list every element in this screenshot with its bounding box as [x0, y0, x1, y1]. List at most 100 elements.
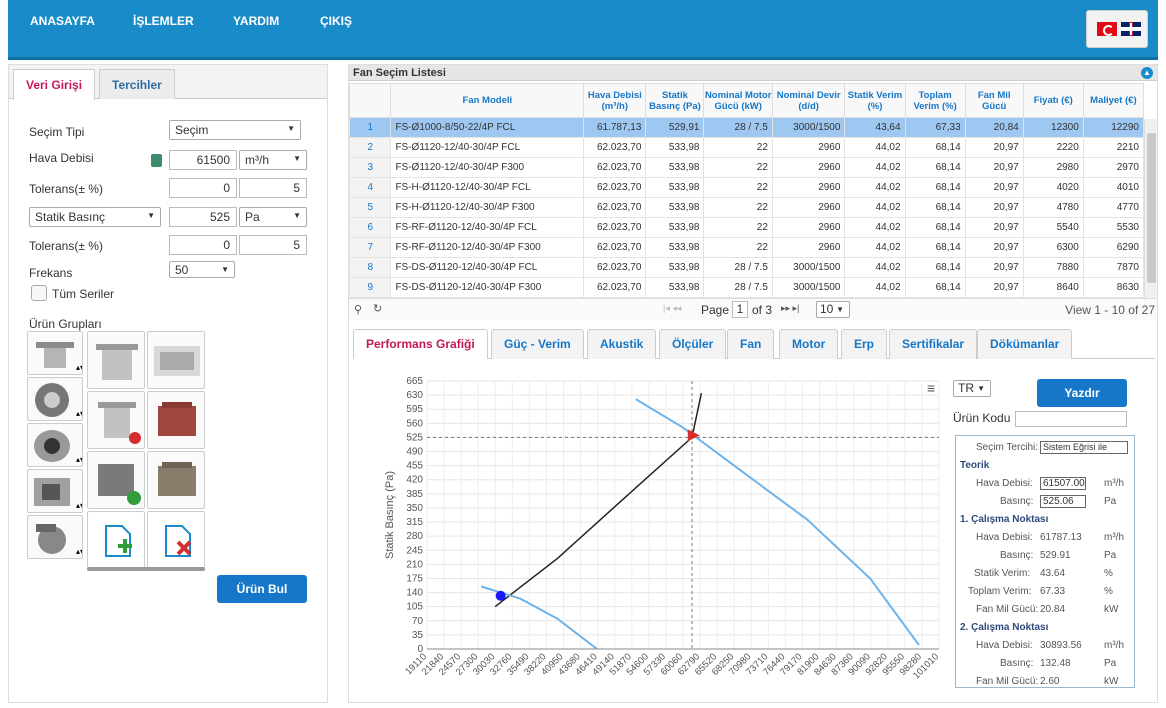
product-centrifugal-fan[interactable]: ▴▾ [27, 515, 83, 559]
product-item-3[interactable] [87, 391, 145, 449]
table-cell: 2960 [771, 217, 846, 238]
table-cell: 68,14 [904, 157, 966, 178]
next-last-icon[interactable]: ▸▸ ▸| [781, 303, 799, 314]
column-header-0[interactable] [348, 83, 392, 118]
column-header-2[interactable]: Hava Debisi (m³/h) [583, 83, 647, 118]
tolerans-max-input[interactable]: 5 [239, 178, 307, 198]
table-row[interactable]: 1 FS-Ø1000-8/50-22/4P FCL 61.787,13 529,91 2… [348, 117, 1145, 138]
tolerans2-max-input[interactable]: 5 [239, 235, 307, 255]
tab-erp[interactable]: Erp [841, 329, 888, 359]
selection-info: TR Yazdır Ürün Kodu Seçim Tercihi: Siste… [953, 375, 1153, 705]
chart-menu-icon[interactable]: ≡ [927, 380, 935, 396]
column-header-10[interactable]: Maliyet (€) [1082, 83, 1145, 118]
tab-tercihler[interactable]: Tercihler [99, 69, 175, 99]
product-item-1[interactable] [87, 331, 145, 389]
add-product-button[interactable] [87, 511, 145, 569]
urun-bul-button[interactable]: Ürün Bul [217, 575, 307, 603]
svg-text:▴▾: ▴▾ [76, 455, 83, 464]
frekans-select[interactable]: 50 [169, 261, 235, 278]
tab-performans[interactable]: Performans Grafiği [353, 329, 488, 359]
search-icon[interactable]: ⚲ [354, 303, 362, 316]
table-cell: 28 / 7.5 [703, 277, 773, 298]
table-cell: 2960 [771, 197, 846, 218]
table-scrollbar[interactable] [1144, 119, 1157, 301]
column-header-9[interactable]: Fiyatı (€) [1022, 83, 1084, 118]
secim-tercihi-select[interactable]: Sistem Eğrisi ile [1040, 441, 1128, 454]
tab-motor[interactable]: Motor [779, 329, 839, 359]
print-button[interactable]: Yazdır [1037, 379, 1127, 407]
column-header-6[interactable]: Statik Verim (%) [844, 83, 906, 118]
column-header-1[interactable]: Fan Modeli [390, 83, 585, 118]
tolerans2-min-input[interactable]: 0 [169, 235, 237, 255]
tolerans-min-input[interactable]: 0 [169, 178, 237, 198]
product-roof-fan[interactable]: ▴▾ [27, 331, 83, 375]
product-scrollbar[interactable] [87, 567, 205, 571]
table-cell: 22 [703, 137, 773, 158]
nav-anasayfa[interactable]: ANASAYFA [30, 14, 95, 28]
tab-fan[interactable]: Fan [727, 329, 775, 359]
urun-kodu-input[interactable] [1015, 411, 1127, 427]
basinc-input[interactable]: 525 [169, 207, 237, 227]
remove-product-button[interactable] [147, 511, 205, 569]
hava-debisi-input[interactable]: 61500 [169, 150, 237, 170]
tab-akustik[interactable]: Akustik [587, 329, 657, 359]
product-item-5[interactable] [87, 451, 145, 509]
tum-seriler-checkbox[interactable] [31, 285, 47, 301]
basinc-type-select[interactable]: Statik Basınç [29, 207, 161, 227]
column-header-3[interactable]: Statik Basınç (Pa) [645, 83, 705, 118]
turkish-flag-icon[interactable] [1097, 22, 1117, 36]
product-item-4[interactable] [147, 391, 205, 449]
basinc-unit-select[interactable]: Pa [239, 207, 307, 227]
page-input[interactable]: 1 [732, 301, 748, 318]
nav-islemler[interactable]: İŞLEMLER [133, 14, 194, 28]
collapse-icon[interactable]: ▲ [1141, 67, 1153, 79]
column-header-5[interactable]: Nominal Devir (d/d) [771, 83, 846, 118]
table-row[interactable]: 4 FS-H-Ø1120-12/40-30/4P FCL 62.023,70 533,… [348, 177, 1145, 198]
table-row[interactable]: 2 FS-Ø1120-12/40-30/4P FCL 62.023,70 533,98… [348, 137, 1145, 158]
secim-tipi-select[interactable]: Seçim [169, 120, 301, 140]
tab-guc-verim[interactable]: Güç - Verim [491, 329, 584, 359]
n2-fm-label: Fan Mil Gücü: [976, 676, 1039, 687]
product-item-6[interactable] [147, 451, 205, 509]
scroll-thumb[interactable] [1147, 133, 1156, 283]
fan-selection-table: Fan Modeli Hava Debisi (m³/h) Statik Basın… [348, 83, 1145, 298]
table-row[interactable]: 7 FS-RF-Ø1120-12/40-30/4P F300 62.023,70 53… [348, 237, 1145, 258]
n2-unit-flow: m³/h [1104, 640, 1124, 651]
table-cell: 3000/1500 [771, 257, 846, 278]
table-row[interactable]: 6 FS-RF-Ø1120-12/40-30/4P FCL 62.023,70 533… [348, 217, 1145, 238]
product-axial-fan[interactable]: ▴▾ [27, 377, 83, 421]
nav-yardim[interactable]: YARDIM [233, 14, 279, 28]
product-box-fan[interactable]: ▴▾ [27, 469, 83, 513]
calculator-icon[interactable] [151, 154, 162, 167]
english-flag-icon[interactable] [1121, 22, 1141, 36]
tab-olculer[interactable]: Ölçüler [659, 329, 727, 359]
table-pager: ⚲ ↻ |◂ ◂◂ Page 1 of 3 ▸▸ ▸| 10 View 1 - … [349, 298, 1157, 320]
table-cell: 12290 [1082, 117, 1145, 138]
tolerans-label: Tolerans(± %) [29, 182, 103, 196]
product-duct-fan[interactable]: ▴▾ [27, 423, 83, 467]
n1-fm-label: Fan Mil Gücü: [976, 604, 1039, 615]
product-item-2[interactable] [147, 331, 205, 389]
table-row[interactable]: 5 FS-H-Ø1120-12/40-30/4P F300 62.023,70 533… [348, 197, 1145, 218]
nav-cikis[interactable]: ÇIKIŞ [320, 14, 352, 28]
table-cell: 6 [348, 217, 392, 238]
table-row[interactable]: 9 FS-DS-Ø1120-12/40-30/4P F300 62.023,70 53… [348, 277, 1145, 298]
column-header-8[interactable]: Fan Mil Gücü [964, 83, 1024, 118]
table-row[interactable]: 3 FS-Ø1120-12/40-30/4P F300 62.023,70 533,9… [348, 157, 1145, 178]
tab-dokumanlar[interactable]: Dökümanlar [977, 329, 1073, 359]
per-page-select[interactable]: 10 [816, 301, 850, 318]
teorik-hava-input[interactable]: 61507.00 [1040, 477, 1086, 490]
n1-fm: 20.84 [1040, 604, 1066, 615]
tab-veri-girisi[interactable]: Veri Girişi [13, 69, 96, 100]
refresh-icon[interactable]: ↻ [373, 302, 382, 315]
tab-sertifikalar[interactable]: Sertifikalar [889, 329, 978, 359]
teorik-basinc-input[interactable]: 525.06 [1040, 495, 1086, 508]
language-select[interactable]: TR [953, 380, 991, 397]
table-row[interactable]: 8 FS-DS-Ø1120-12/40-30/4P FCL 62.023,70 533… [348, 257, 1145, 278]
n1-tv-label: Toplam Verim: [968, 586, 1032, 597]
hava-unit-select[interactable]: m³/h [239, 150, 307, 170]
table-cell: 44,02 [844, 157, 906, 178]
column-header-4[interactable]: Nominal Motor Gücü (kW) [703, 83, 773, 118]
column-header-7[interactable]: Toplam Verim (%) [904, 83, 966, 118]
first-prev-icon[interactable]: |◂ ◂◂ [663, 303, 681, 314]
